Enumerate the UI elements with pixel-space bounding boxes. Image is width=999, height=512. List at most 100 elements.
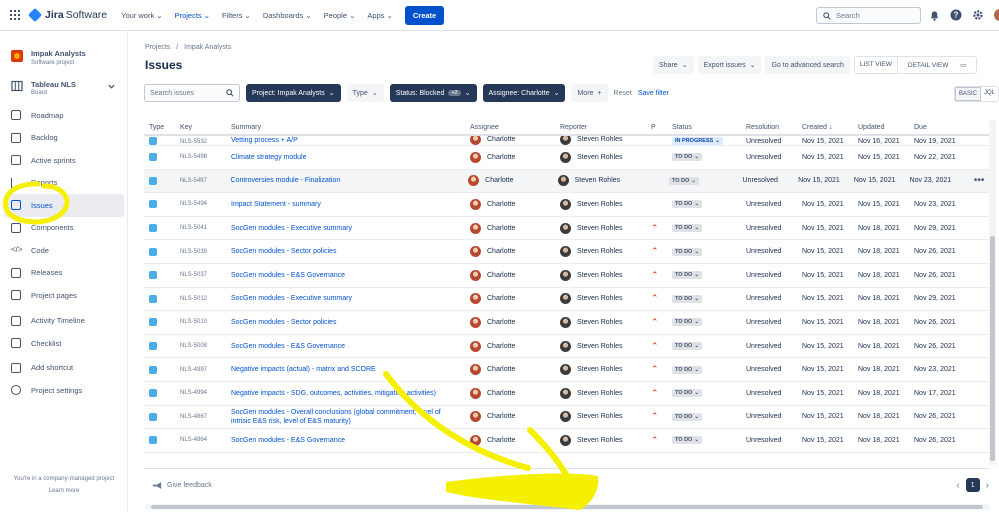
issue-key[interactable]: NLS-5037 — [180, 272, 231, 278]
column-header-key[interactable]: Key — [180, 124, 231, 131]
table-row[interactable]: NLS-5010 SocGen modules - Sector policies… — [144, 311, 989, 335]
issue-summary[interactable]: Negative impacts - SDG, outcomes, activi… — [231, 389, 470, 398]
issue-summary[interactable]: SocGen modules - E&S Governance — [231, 271, 470, 280]
breadcrumb-project[interactable]: Impak Analysts — [184, 44, 231, 51]
issue-summary[interactable]: SocGen modules - Sector policies — [231, 247, 470, 256]
column-header-assignee[interactable]: Assignee — [470, 124, 560, 131]
table-row[interactable]: NLS-4864 SocGen modules - E&S Governance C… — [144, 429, 989, 453]
table-row[interactable]: NLS-5041 SocGen modules - Executive summa… — [144, 217, 989, 241]
issue-key[interactable]: NLS-5497 — [180, 178, 231, 184]
column-header-reporter[interactable]: Reporter — [560, 124, 651, 131]
status-lozenge[interactable]: IN PROGRESS ⌄ — [672, 137, 723, 145]
assignee-filter[interactable]: Assignee: Charlotte ⌄ — [482, 84, 566, 102]
table-row[interactable]: NLS-5008 SocGen modules - E&S Governance C… — [144, 335, 989, 359]
status-lozenge[interactable]: TO DO ⌄ — [672, 294, 702, 303]
settings-gear-icon[interactable] — [972, 9, 984, 21]
sidebar-item-add-shortcut[interactable]: Add shortcut — [0, 357, 127, 380]
status-lozenge[interactable]: TO DO ⌄ — [672, 224, 702, 233]
table-row[interactable]: NLS-5037 SocGen modules - E&S Governance C… — [144, 264, 989, 288]
issue-summary[interactable]: SocGen modules - Sector policies — [231, 318, 470, 327]
prev-page-button[interactable]: ‹ — [956, 480, 959, 491]
issue-key[interactable]: NLS-5494 — [180, 201, 231, 207]
horizontal-scrollbar[interactable] — [145, 504, 990, 510]
notifications-icon[interactable] — [928, 9, 940, 21]
nav-dashboards[interactable]: Dashboards ⌄ — [263, 11, 312, 20]
column-header-type[interactable]: Type — [144, 124, 180, 131]
issue-summary[interactable]: Climate strategy module — [231, 153, 470, 162]
column-header-updated[interactable]: Updated — [858, 124, 914, 131]
issue-key[interactable]: NLS-4997 — [180, 367, 231, 373]
learn-more-link[interactable]: Learn more — [0, 488, 128, 494]
status-lozenge[interactable]: TO DO ⌄ — [672, 200, 702, 209]
issue-key[interactable]: NLS-5532 — [180, 139, 231, 145]
vertical-scrollbar[interactable] — [989, 120, 996, 465]
issue-summary[interactable]: Negative impacts (actual) - matrix and S… — [231, 365, 470, 374]
jql-mode-button[interactable]: JQL — [981, 87, 998, 101]
status-lozenge[interactable]: TO DO ⌄ — [672, 247, 702, 256]
issue-summary[interactable]: SocGen modules - Executive summary — [231, 224, 470, 233]
issue-summary[interactable]: SocGen modules - E&S Governance — [231, 342, 470, 351]
table-row[interactable]: NLS-5532 Vetting process + A/P Charlotte St… — [144, 136, 989, 146]
issue-key[interactable]: NLS-5012 — [180, 296, 231, 302]
status-lozenge[interactable]: TO DO ⌄ — [672, 271, 702, 280]
nav-filters[interactable]: Filters ⌄ — [222, 11, 251, 20]
project-filter[interactable]: Project: Impak Analysts ⌄ — [246, 84, 341, 102]
sidebar-item-releases[interactable]: Releases — [0, 262, 127, 285]
status-lozenge[interactable]: TO DO ⌄ — [672, 389, 702, 398]
sidebar-item-roadmap[interactable]: Roadmap — [0, 104, 127, 127]
issue-summary[interactable]: SocGen modules - E&S Governance — [231, 436, 470, 445]
export-issues-button[interactable]: Export issues ⌄ — [697, 56, 762, 74]
basic-mode-button[interactable]: BASIC — [955, 87, 982, 101]
table-row[interactable]: NLS-5498 Climate strategy module Charlotte… — [144, 146, 989, 170]
horizontal-scrollbar-thumb[interactable] — [151, 505, 983, 509]
page-1-button[interactable]: 1 — [965, 478, 980, 492]
save-filter-button[interactable]: Save filter — [638, 90, 669, 97]
jira-logo[interactable]: Jira Software — [27, 7, 107, 23]
issue-key[interactable]: NLS-4994 — [180, 390, 231, 396]
status-filter[interactable]: Status: Blocked +2 ⌄ — [389, 84, 477, 102]
nav-your-work[interactable]: Your work ⌄ — [121, 11, 162, 20]
issue-key[interactable]: NLS-5008 — [180, 343, 231, 349]
column-header-resolution[interactable]: Resolution — [746, 124, 802, 131]
status-lozenge[interactable]: TO DO ⌄ — [668, 176, 699, 185]
issue-summary[interactable]: Vetting process + A/P — [231, 136, 470, 145]
status-lozenge[interactable]: TO DO ⌄ — [672, 342, 702, 351]
share-button[interactable]: Share ⌄ — [653, 56, 694, 74]
issue-key[interactable]: NLS-5041 — [180, 225, 231, 231]
vertical-scrollbar-thumb[interactable] — [990, 236, 995, 461]
column-header-due[interactable]: Due — [914, 124, 974, 131]
issue-key[interactable]: NLS-5498 — [180, 154, 231, 160]
board-selector[interactable]: Tableau NLS Board — [11, 80, 121, 96]
issue-summary[interactable]: SocGen modules - Overall conclusions (gl… — [231, 408, 470, 426]
issue-key[interactable]: NLS-5039 — [180, 249, 231, 255]
give-feedback-button[interactable]: Give feedback — [152, 481, 212, 490]
sidebar-item-project-pages[interactable]: Project pages — [0, 284, 127, 307]
user-avatar[interactable] — [994, 9, 999, 21]
breadcrumb-projects[interactable]: Projects — [145, 44, 170, 51]
issue-key[interactable]: NLS-4867 — [180, 414, 231, 420]
issue-summary[interactable]: Controversies module - Finalization — [231, 176, 469, 185]
table-row[interactable]: NLS-5494 Impact Statement - summary Charlo… — [144, 193, 989, 217]
issue-key[interactable]: NLS-5010 — [180, 319, 231, 325]
detail-view-button[interactable]: DETAIL VIEW ▭ — [898, 57, 976, 73]
column-header-summary[interactable]: Summary — [231, 123, 470, 132]
column-header-priority[interactable]: P — [651, 124, 672, 131]
nav-projects[interactable]: Projects ⌄ — [175, 11, 210, 20]
global-search-input[interactable]: Search — [816, 7, 921, 24]
reset-button[interactable]: Reset — [614, 90, 632, 97]
issue-key[interactable]: NLS-4864 — [180, 437, 231, 443]
status-lozenge[interactable]: TO DO ⌄ — [672, 412, 702, 421]
status-lozenge[interactable]: TO DO ⌄ — [672, 436, 702, 445]
status-lozenge[interactable]: TO DO ⌄ — [672, 153, 702, 162]
sidebar-item-code[interactable]: </> Code — [0, 239, 127, 262]
project-header[interactable]: Impak Analysts Software project — [11, 49, 127, 66]
sidebar-item-project-settings[interactable]: Project settings — [0, 379, 127, 402]
sidebar-item-backlog[interactable]: Backlog — [0, 127, 127, 150]
table-row[interactable]: NLS-5039 SocGen modules - Sector policies… — [144, 240, 989, 264]
next-page-button[interactable]: › — [986, 480, 989, 491]
table-row[interactable]: NLS-5012 SocGen modules - Executive summa… — [144, 288, 989, 312]
issue-summary[interactable]: Impact Statement - summary — [231, 200, 470, 209]
table-row[interactable]: NLS-4867 SocGen modules - Overall conclus… — [144, 406, 989, 430]
nav-people[interactable]: People ⌄ — [324, 11, 356, 20]
more-filters-button[interactable]: More + — [571, 84, 608, 102]
